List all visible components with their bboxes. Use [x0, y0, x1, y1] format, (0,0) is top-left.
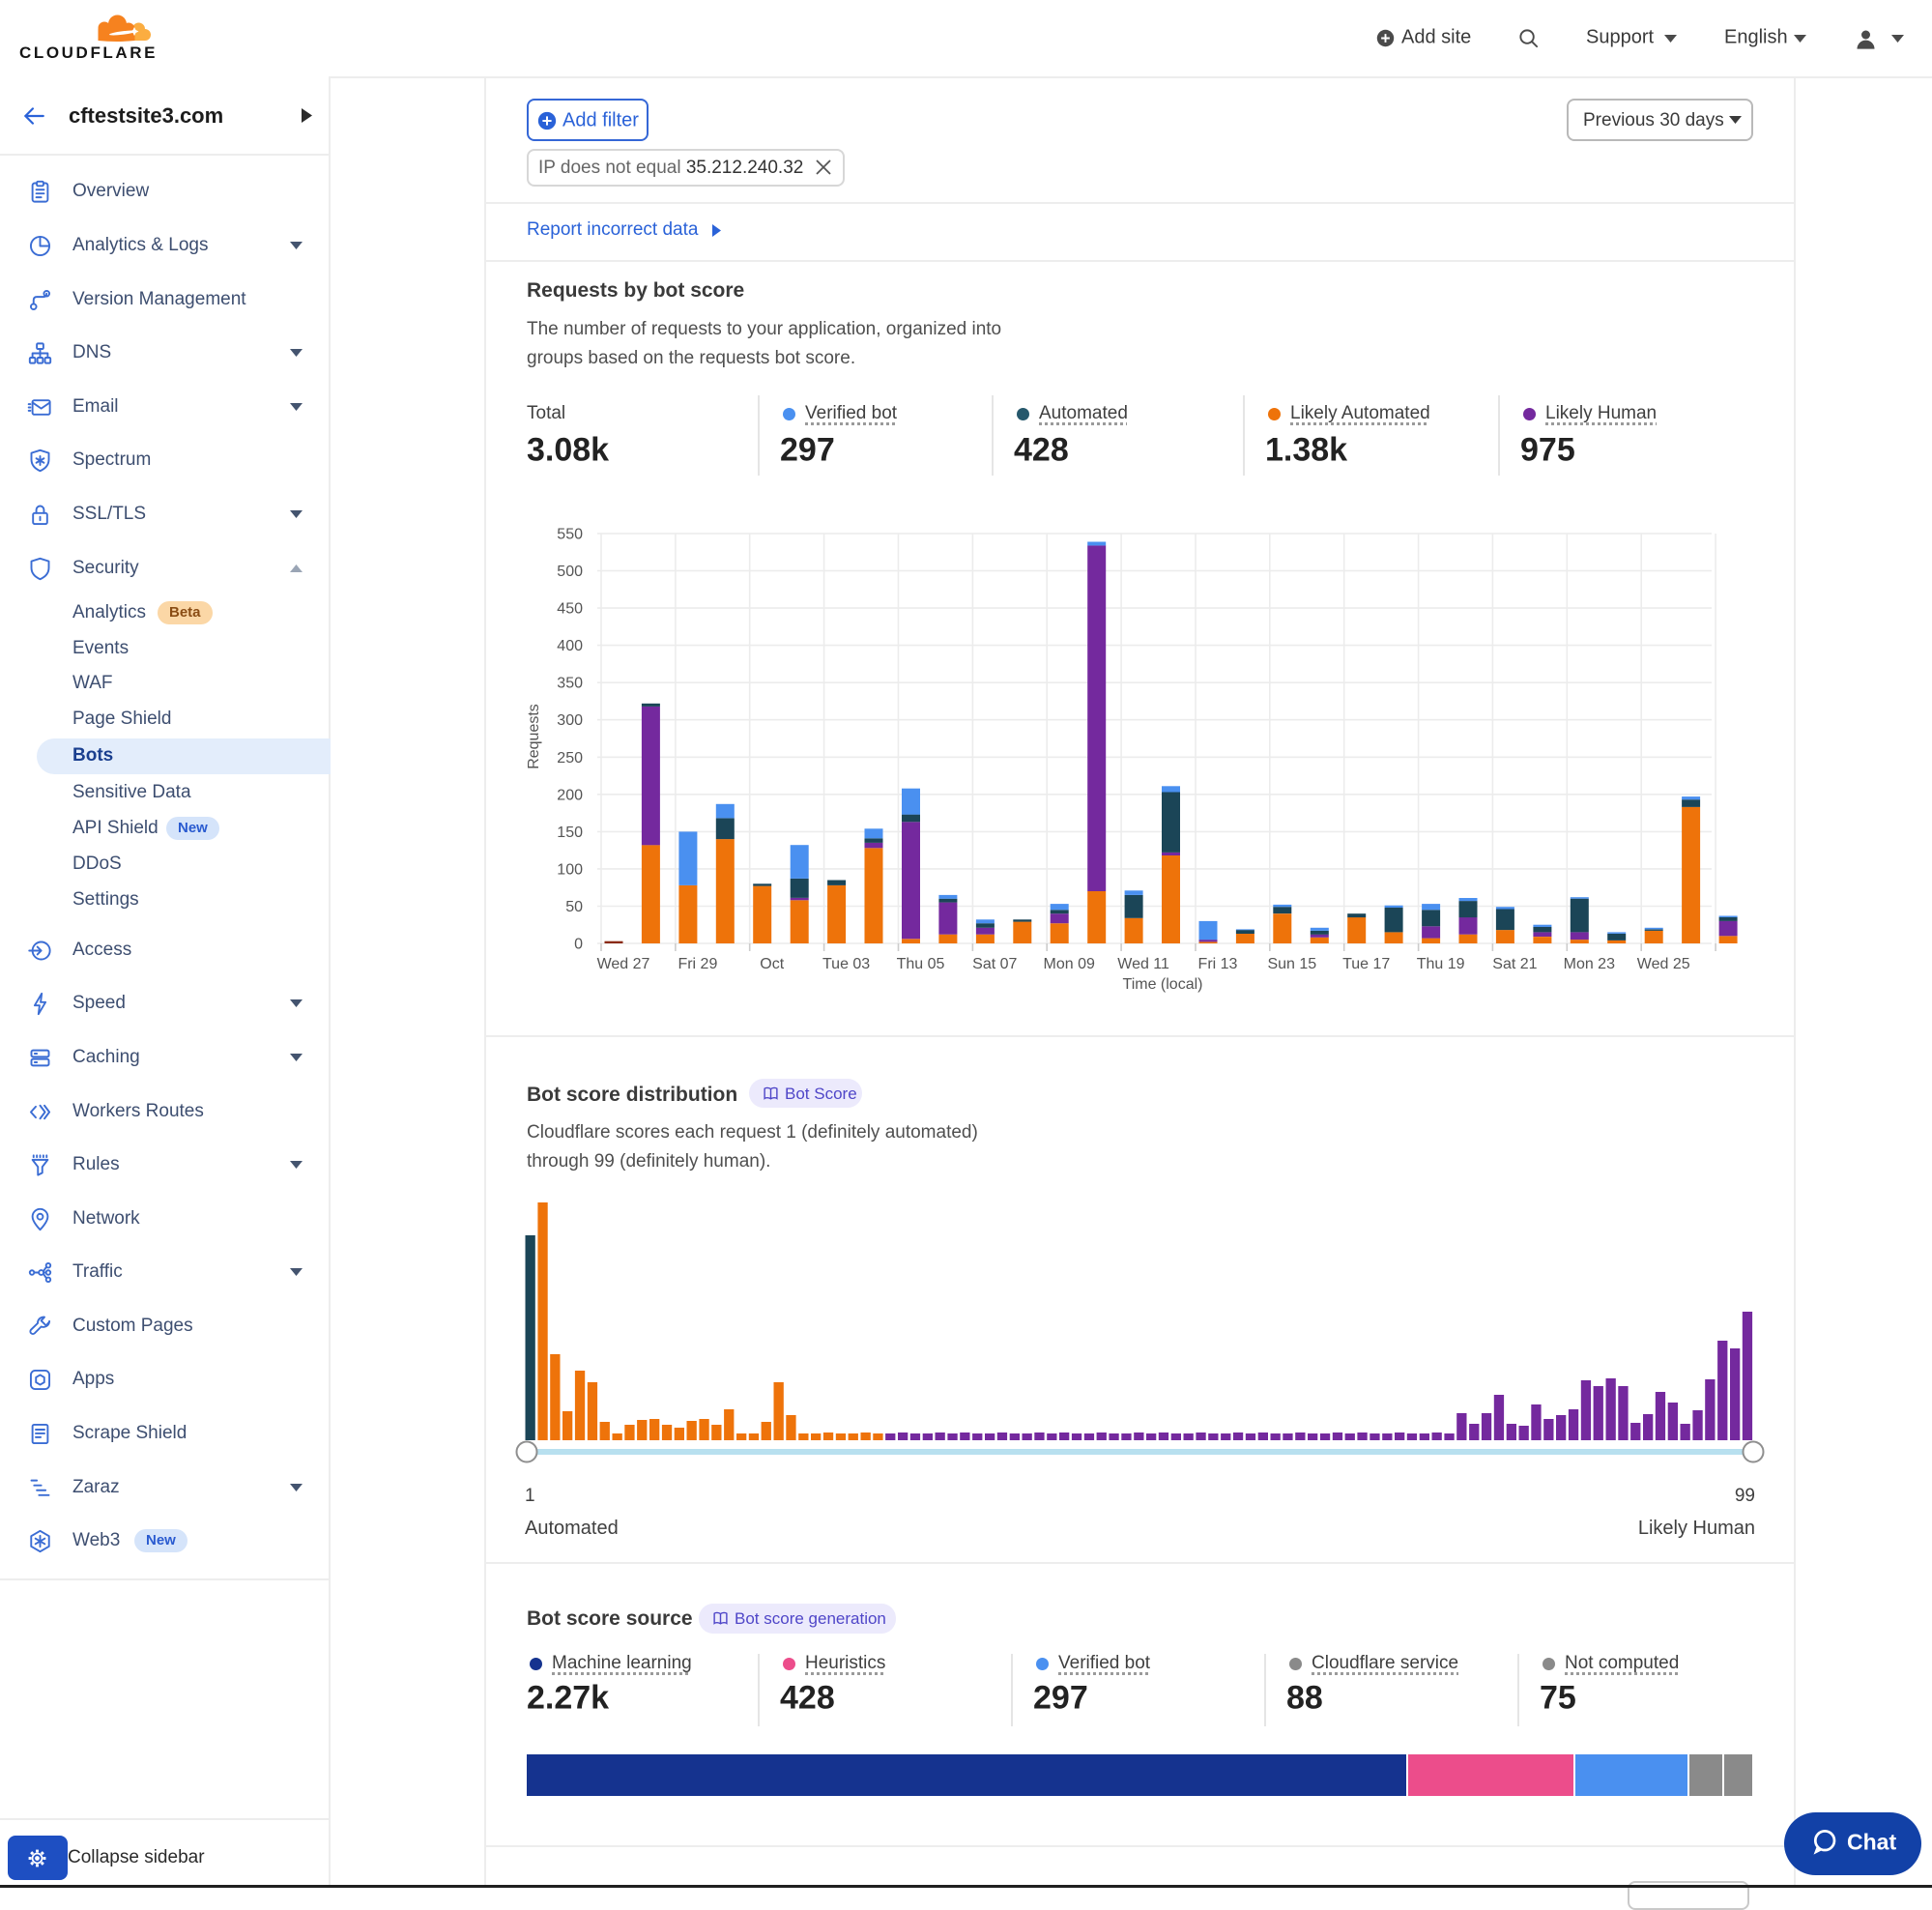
- svg-text:Wed 27: Wed 27: [597, 956, 650, 972]
- svg-text:Oct: Oct: [760, 956, 784, 972]
- svg-text:550: 550: [557, 527, 583, 543]
- svg-text:0: 0: [574, 937, 583, 953]
- svg-text:200: 200: [557, 787, 583, 803]
- svg-text:Tue 03: Tue 03: [822, 956, 870, 972]
- svg-text:Thu 05: Thu 05: [897, 956, 945, 972]
- svg-text:350: 350: [557, 676, 583, 692]
- svg-text:Time (local): Time (local): [1123, 976, 1203, 993]
- svg-text:Mon 23: Mon 23: [1564, 956, 1615, 972]
- svg-text:50: 50: [565, 899, 583, 915]
- svg-text:150: 150: [557, 825, 583, 841]
- svg-text:Sat 21: Sat 21: [1492, 956, 1537, 972]
- svg-text:500: 500: [557, 564, 583, 580]
- svg-text:Fri 13: Fri 13: [1198, 956, 1238, 972]
- svg-text:Requests: Requests: [526, 704, 542, 769]
- svg-text:Sun 15: Sun 15: [1267, 956, 1316, 972]
- svg-text:400: 400: [557, 638, 583, 654]
- svg-text:Fri 29: Fri 29: [678, 956, 717, 972]
- svg-text:Sat 07: Sat 07: [972, 956, 1017, 972]
- svg-text:Tue 17: Tue 17: [1342, 956, 1390, 972]
- svg-text:Wed 25: Wed 25: [1637, 956, 1690, 972]
- svg-text:100: 100: [557, 861, 583, 878]
- svg-text:Thu 19: Thu 19: [1417, 956, 1465, 972]
- svg-text:1: 1: [525, 1486, 535, 1506]
- svg-text:450: 450: [557, 601, 583, 618]
- svg-text:99: 99: [1735, 1486, 1755, 1506]
- svg-text:Likely Human: Likely Human: [1638, 1518, 1755, 1539]
- svg-text:300: 300: [557, 712, 583, 729]
- svg-text:250: 250: [557, 750, 583, 767]
- svg-text:Mon 09: Mon 09: [1044, 956, 1095, 972]
- svg-text:Automated: Automated: [525, 1518, 619, 1539]
- svg-text:Wed 11: Wed 11: [1117, 956, 1169, 972]
